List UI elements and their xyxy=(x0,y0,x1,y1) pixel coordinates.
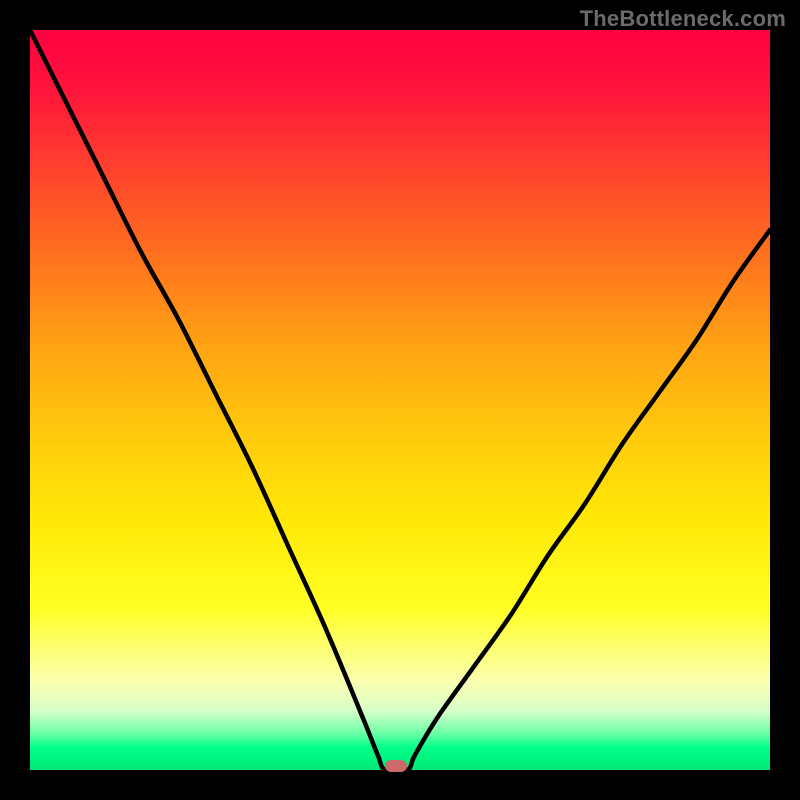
chart-frame: TheBottleneck.com xyxy=(0,0,800,800)
optimal-point-marker xyxy=(385,760,407,772)
bottleneck-curve xyxy=(30,30,770,770)
plot-area xyxy=(30,30,770,770)
watermark-label: TheBottleneck.com xyxy=(580,6,786,32)
